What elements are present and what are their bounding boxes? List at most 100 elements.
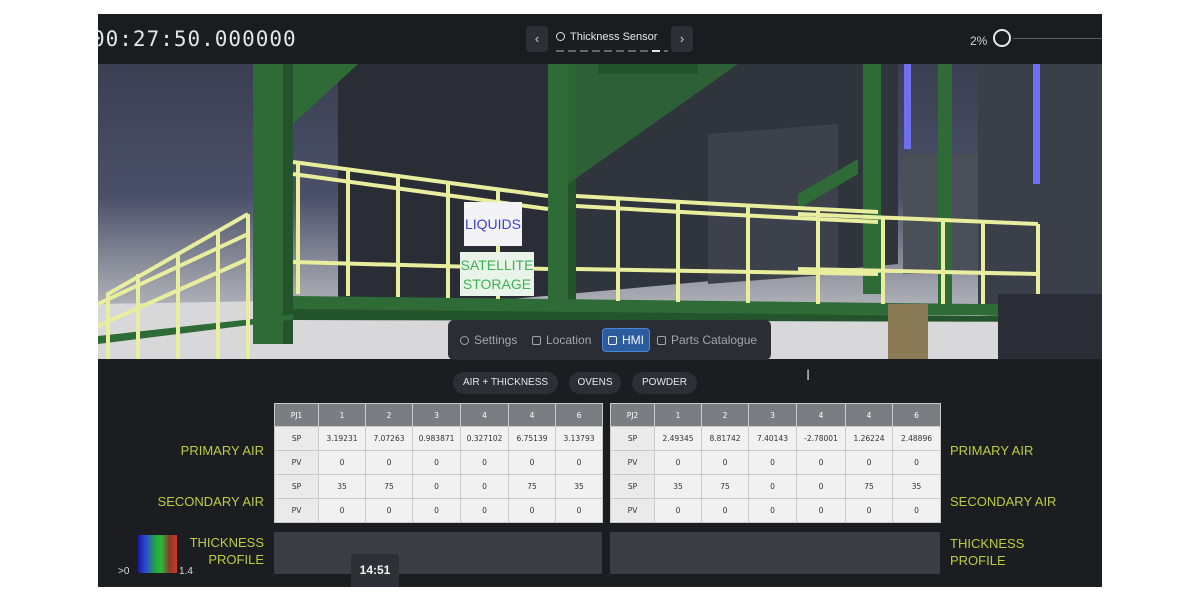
thickness-profile-right: [610, 532, 940, 574]
row-label: PV: [610, 450, 655, 475]
hmi-panel: AIR + THICKNESS OVENS POWDER I PRIMARY A…: [98, 360, 1102, 587]
zoom-label: 2%: [970, 34, 988, 48]
thickness-profile-line2: PROFILE: [208, 552, 264, 567]
pager-title: Thickness Sensor: [556, 31, 666, 43]
table-cell: 0: [365, 498, 413, 523]
header-cell: PJ2: [610, 403, 655, 427]
table-cell: 0: [748, 498, 797, 523]
table-row: PV 0 0 0 0 0 0: [610, 498, 941, 523]
table-cell: 3.13793: [555, 426, 603, 451]
primary-air-label-left: PRIMARY AIR: [180, 443, 264, 458]
table-cell: 0: [460, 498, 509, 523]
pj1-air-table: PJ1 1 2 3 4 4 6 SP 3.19231 7.07263 0.983…: [274, 403, 603, 523]
view-tab-bar: Settings Location HMI Parts Catalogue: [448, 320, 771, 360]
pj2-air-table: PJ2 1 2 3 4 4 6 SP 2.49345 8.81742 7.401…: [610, 403, 941, 523]
table-cell: 35: [654, 474, 702, 499]
table-cell: 0: [508, 498, 556, 523]
header-cell: 3: [748, 403, 797, 427]
table-cell: 0: [892, 498, 941, 523]
sign-satellite-line1: SATELLITE: [460, 257, 534, 273]
table-cell: 35: [892, 474, 941, 499]
header-cell: 2: [365, 403, 413, 427]
tab-settings[interactable]: Settings: [460, 328, 517, 352]
header-cell: 6: [892, 403, 941, 427]
thickness-profile-line1: THICKNESS: [950, 536, 1025, 551]
table-row: SP 35 75 0 0 75 35: [610, 474, 941, 499]
subtab-air-thickness[interactable]: AIR + THICKNESS: [453, 372, 558, 394]
next-button[interactable]: ›: [671, 26, 693, 52]
tab-parts-label: Parts Catalogue: [671, 333, 758, 347]
document-icon: [532, 336, 541, 345]
table-row: SP 35 75 0 0 75 35: [274, 474, 603, 499]
sign-satellite-line2: STORAGE: [462, 276, 532, 292]
thickness-profile-line2: PROFILE: [950, 553, 1006, 568]
row-label: SP: [274, 426, 319, 451]
table-cell: 0: [555, 450, 603, 475]
tab-parts-catalogue[interactable]: Parts Catalogue: [657, 328, 757, 352]
table-cell: 0: [892, 450, 941, 475]
table-cell: 0: [412, 474, 461, 499]
table-cell: 0: [365, 450, 413, 475]
table-header-row: PJ1 1 2 3 4 4 6: [274, 403, 603, 427]
table-cell: 1.26224: [845, 426, 893, 451]
table-row: SP 2.49345 8.81742 7.40143 -2.78001 1.26…: [610, 426, 941, 451]
legend-max-label: 1.4: [179, 566, 193, 577]
pager-dots: [556, 50, 668, 52]
thickness-profile-label-left: THICKNESS PROFILE: [162, 534, 264, 568]
gear-icon: [460, 336, 469, 345]
table-cell: 0: [701, 498, 749, 523]
secondary-air-label-right: SECONDARY AIR: [950, 494, 1057, 509]
table-cell: 0: [748, 474, 797, 499]
table-cell: 35: [555, 474, 603, 499]
zoom-slider-knob[interactable]: [993, 29, 1011, 47]
table-cell: 0: [845, 450, 893, 475]
sensor-icon: [556, 32, 565, 41]
previous-button[interactable]: ‹: [526, 26, 548, 52]
row-label: PV: [274, 450, 319, 475]
table-header-row: PJ2 1 2 3 4 4 6: [610, 403, 941, 427]
text-cursor-icon: I: [806, 368, 811, 384]
tab-location[interactable]: Location: [532, 328, 591, 352]
chevron-left-icon: ‹: [534, 31, 540, 46]
table-cell: 0.983871: [412, 426, 461, 451]
tab-location-label: Location: [546, 333, 592, 347]
header-cell: 4: [508, 403, 556, 427]
table-cell: 7.07263: [365, 426, 413, 451]
timecode-tooltip: 14:51: [351, 554, 399, 587]
header-cell: 1: [318, 403, 366, 427]
chevron-right-icon: ›: [679, 31, 685, 46]
table-cell: 0: [318, 498, 366, 523]
table-cell: 8.81742: [701, 426, 749, 451]
legend-min-label: >0: [118, 566, 130, 577]
table-cell: 0: [845, 498, 893, 523]
top-bar: 00:27:50.000000 ‹ Thickness Sensor › 2%: [98, 14, 1102, 64]
zoom-slider-track[interactable]: [1013, 38, 1102, 39]
table-cell: 0.327102: [460, 426, 509, 451]
table-cell: 0: [796, 474, 846, 499]
table-cell: 35: [318, 474, 366, 499]
header-cell: 4: [796, 403, 846, 427]
scene-illustration: [98, 64, 1102, 359]
row-label: SP: [274, 474, 319, 499]
3d-viewport[interactable]: LIQUIDS SATELLITE STORAGE: [98, 64, 1102, 359]
table-cell: 0: [796, 498, 846, 523]
sign-liquids: LIQUIDS: [464, 202, 522, 246]
subtab-ovens[interactable]: OVENS: [569, 372, 621, 394]
playback-clock: 00:27:50.000000: [98, 27, 297, 51]
table-cell: 0: [460, 474, 509, 499]
table-row: PV 0 0 0 0 0 0: [274, 498, 603, 523]
table-cell: -2.78001: [796, 426, 846, 451]
header-cell: PJ1: [274, 403, 319, 427]
tab-hmi[interactable]: HMI: [602, 328, 650, 352]
table-row: PV 0 0 0 0 0 0: [610, 450, 941, 475]
header-cell: 4: [845, 403, 893, 427]
subtab-powder[interactable]: POWDER: [632, 372, 697, 394]
table-cell: 0: [701, 450, 749, 475]
table-row: PV 0 0 0 0 0 0: [274, 450, 603, 475]
table-cell: 0: [654, 450, 702, 475]
tab-hmi-label: HMI: [622, 333, 644, 347]
table-cell: 0: [412, 498, 461, 523]
app-frame: 00:27:50.000000 ‹ Thickness Sensor › 2%: [98, 14, 1102, 587]
header-cell: 4: [460, 403, 509, 427]
secondary-air-label-left: SECONDARY AIR: [157, 494, 264, 509]
